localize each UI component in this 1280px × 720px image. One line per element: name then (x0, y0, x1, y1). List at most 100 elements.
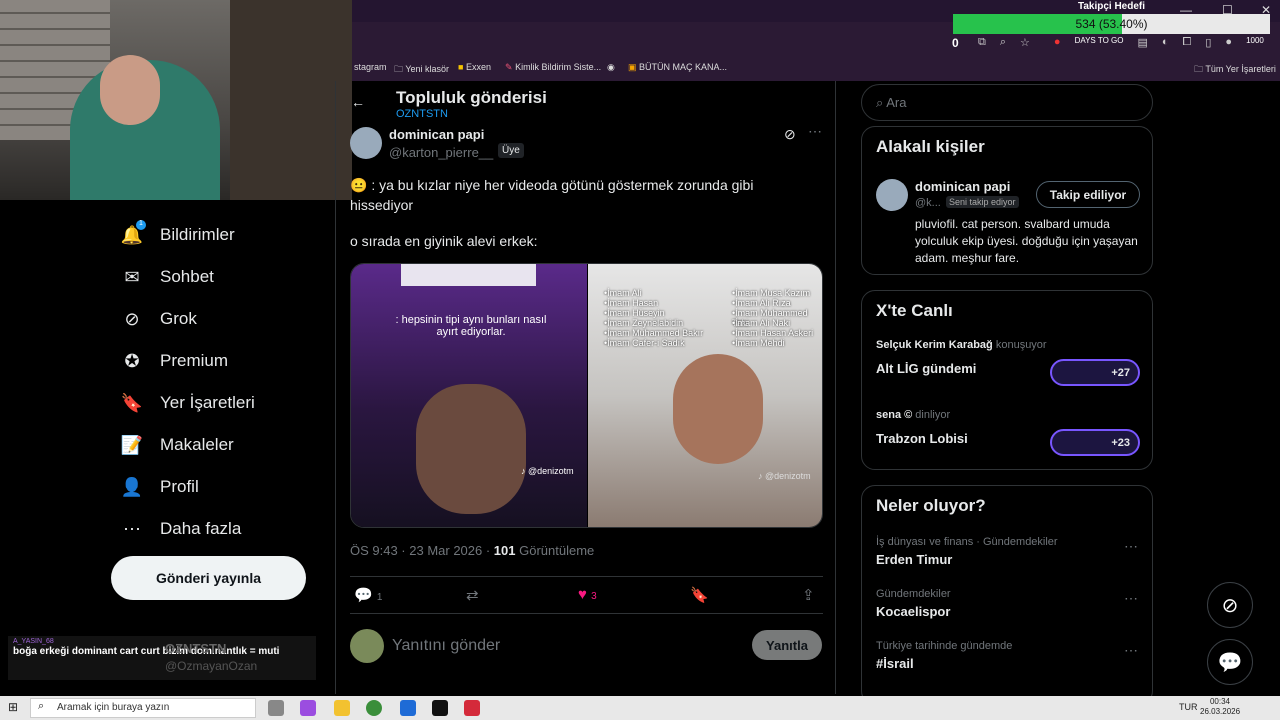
back-arrow-icon[interactable]: ← (351, 94, 365, 110)
imam-list-item: •İmam Muhammed Bakır (604, 328, 704, 338)
trend-name[interactable]: #İsrail (876, 656, 914, 671)
search-icon: ⌕ (38, 700, 45, 712)
nav-item-label: Makaleler (160, 435, 234, 454)
search-input[interactable]: ⌕ Ara (861, 84, 1153, 121)
more-options-icon[interactable]: ⋯ (808, 123, 822, 140)
trend-category: Türkiye tarihinde gündemde (876, 640, 1013, 652)
language-indicator[interactable]: TUR (1179, 702, 1198, 712)
live-spaces-card: X'te Canlı Selçuk Kerim Karabağ konuşuyo… (861, 290, 1153, 470)
reply-button[interactable]: Yanıtla (752, 630, 822, 660)
bookmark-item[interactable]: ✎ Kimlik Bildirim Siste... (505, 62, 601, 73)
trend-more-icon[interactable]: ⋯ (1124, 590, 1138, 607)
puzzle-icon[interactable]: ⧠ (1183, 36, 1192, 49)
post-button[interactable]: Gönderi yayınla (111, 556, 306, 600)
live-space-title[interactable]: Alt LİG gündemi (876, 361, 976, 376)
imam-list-item: •İmam Zeynelabidin (604, 318, 684, 328)
chat-username: A_YASIN_68 (13, 638, 54, 645)
following-button[interactable]: Takip ediliyor (1036, 181, 1140, 208)
account-handle: @OzmayanOzan (165, 659, 258, 673)
bookmark-all[interactable]: 🗀 Tüm Yer İşaretleri (1194, 62, 1276, 78)
listeners-badge[interactable]: +27 (1050, 359, 1140, 386)
author-avatar[interactable] (350, 127, 382, 159)
reply-icon[interactable]: 💬 1 (354, 586, 382, 604)
extension-icon[interactable]: ◐ (1162, 36, 1169, 49)
post-column: ← Topluluk gönderisi OZNTSTN dominican p… (335, 81, 836, 694)
goal-zero-label: 0 (952, 36, 959, 50)
nav-item-6[interactable]: 👤 Profil (120, 472, 199, 502)
bookmarks-bar: stagram 🗀 Yeni klasör ■ Exxen ✎ Kimlik B… (352, 53, 1280, 81)
member-badge: Üye (498, 143, 524, 158)
bookmark-item[interactable]: ▣ BÜTÜN MAÇ KANA... (628, 62, 727, 73)
copilot-icon[interactable] (300, 700, 316, 716)
trend-name[interactable]: Erden Timur (876, 552, 952, 567)
imam-list-item: •İmam Ali Rıza (732, 298, 791, 308)
author-name[interactable]: dominican papi (389, 127, 484, 142)
trend-name[interactable]: Kocaelispor (876, 604, 950, 619)
nav-item-2[interactable]: ⊘ Grok (120, 304, 197, 334)
notification-badge: 1 (136, 220, 146, 230)
globe-icon[interactable]: ◉ (607, 62, 615, 73)
live-space-title[interactable]: Trabzon Lobisi (876, 431, 968, 446)
grok-fab[interactable]: ⊘ (1207, 582, 1253, 628)
nav-item-7[interactable]: ⋯ Daha fazla (120, 514, 241, 544)
app-icon[interactable] (400, 700, 416, 716)
listeners-badge[interactable]: +23 (1050, 429, 1140, 456)
nav-item-label: Sohbet (160, 267, 214, 286)
author-handle[interactable]: @karton_pierre__ (389, 145, 493, 160)
page-title: Topluluk gönderisi (396, 88, 547, 107)
screenshot-icon[interactable]: ⧉ (978, 36, 986, 49)
like-icon[interactable]: ♥ 3 (578, 586, 597, 603)
trend-more-icon[interactable]: ⋯ (1124, 538, 1138, 555)
nav-item-4[interactable]: 🔖 Yer İşaretleri (120, 388, 255, 418)
taskbar-clock[interactable]: 00:34 26.03.2026 (1200, 697, 1240, 717)
sidebar-icon[interactable]: ▯ (1205, 36, 1211, 49)
grok-icon[interactable]: ⊘ (784, 126, 796, 143)
profile-avatar[interactable]: ● (1225, 36, 1232, 49)
streamer-head (100, 55, 160, 125)
taskview-icon[interactable] (268, 700, 284, 716)
bookshelf (230, 0, 352, 200)
chrome-icon[interactable] (366, 700, 382, 716)
nav-item-label: Bildirimler (160, 225, 235, 244)
view-count: 101 (493, 543, 516, 558)
related-avatar[interactable] (876, 179, 908, 211)
post-video[interactable]: : hepsinin tipi aynı bunları nasıl ayırt… (350, 263, 823, 528)
extension-red-icon[interactable]: ● (1054, 36, 1061, 49)
webcam-overlay (0, 0, 352, 200)
taskbar-search[interactable]: Aramak için buraya yazın (30, 698, 256, 718)
bookmark-item[interactable]: 🗀 Yeni klasör (394, 62, 449, 78)
user-avatar (350, 629, 384, 663)
explorer-icon[interactable] (334, 700, 350, 716)
imam-list-item: •İmam Hasan Askeri (732, 328, 814, 338)
related-title: Alakalı kişiler (876, 137, 985, 156)
goal-progress-text: 534 (53.40%) (1075, 17, 1148, 31)
messages-fab[interactable]: 💬 (1207, 639, 1253, 685)
nav-item-1[interactable]: ✉ Sohbet (120, 262, 214, 292)
community-name[interactable]: OZNTSTN (396, 108, 448, 120)
app-icon[interactable] (464, 700, 480, 716)
bookmark-item[interactable]: stagram (354, 62, 387, 72)
mail-icon: ✉ (124, 266, 140, 287)
nav-item-3[interactable]: ✪ Premium (120, 346, 228, 376)
zoom-icon[interactable]: ⌕ (1000, 36, 1006, 49)
trend-category: Gündemdekiler (876, 588, 951, 600)
related-name[interactable]: dominican papi (915, 179, 1010, 194)
share-icon[interactable]: ⇪ (802, 586, 815, 604)
bookmark-icon[interactable]: 🔖 (690, 586, 709, 604)
more-icon: ⋯ (123, 518, 141, 539)
windows-start-icon[interactable]: ⊞ (8, 700, 18, 714)
reply-composer: Yanıtını gönder Yanıtla (350, 627, 823, 667)
extension-icon[interactable]: ▤ (1137, 36, 1147, 49)
video-left-frame: : hepsinin tipi aynı bunları nasıl ayırt… (351, 264, 587, 527)
bookmark-item[interactable]: ■ Exxen (458, 62, 491, 72)
star-icon[interactable]: ☆ (1020, 36, 1030, 49)
nav-item-5[interactable]: 📝 Makaleler (120, 430, 234, 460)
post-actions: 💬 1 ⇄ ♥ 3 🔖 ⇪ (350, 576, 823, 614)
tiktok-tag: ♪ @denizotm (758, 471, 811, 481)
capcut-icon[interactable] (432, 700, 448, 716)
live-host: Selçuk Kerim Karabağ konuşuyor (876, 339, 1047, 351)
trend-more-icon[interactable]: ⋯ (1124, 642, 1138, 659)
nav-item-label: Grok (160, 309, 197, 328)
reply-input[interactable]: Yanıtını gönder (392, 637, 500, 655)
repost-icon[interactable]: ⇄ (466, 586, 479, 604)
